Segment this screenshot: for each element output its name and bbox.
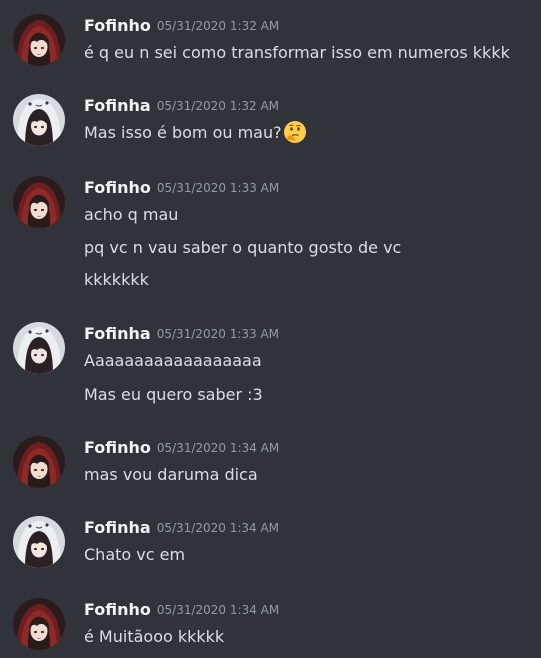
timestamp: 05/31/2020 1:34 AM <box>156 603 280 617</box>
message-header: Fofinha 05/31/2020 1:34 AM <box>84 516 279 540</box>
message-header: Fofinha 05/31/2020 1:33 AM <box>84 322 279 346</box>
chat-message-list: Fofinho 05/31/2020 1:32 AM é q eu n sei c… <box>0 0 541 658</box>
message-text-with-emoji: Mas isso é bom ou mau? <box>84 120 307 146</box>
username[interactable]: Fofinha <box>84 324 151 343</box>
timestamp: 05/31/2020 1:33 AM <box>156 181 280 195</box>
message-text: acho q mau <box>84 205 179 224</box>
username[interactable]: Fofinho <box>84 438 151 457</box>
message-text: mas vou daruma dica <box>84 465 258 484</box>
message-text: Chato vc em <box>84 545 186 564</box>
message-text: é Muitãooo kkkkk <box>84 627 225 646</box>
username[interactable]: Fofinho <box>84 16 151 35</box>
ghost-hood-girl-avatar-icon[interactable] <box>13 322 65 374</box>
timestamp: 05/31/2020 1:33 AM <box>156 327 280 341</box>
red-hood-girl-avatar-icon[interactable] <box>13 436 65 488</box>
message-header: Fofinho 05/31/2020 1:34 AM <box>84 436 279 460</box>
message-text: kkkkkkk <box>84 270 149 289</box>
thinking-face-emoji-icon <box>283 120 307 144</box>
username[interactable]: Fofinha <box>84 96 151 115</box>
message-text: Mas eu quero saber :3 <box>84 385 263 404</box>
timestamp: 05/31/2020 1:34 AM <box>156 521 280 535</box>
message-header: Fofinha 05/31/2020 1:32 AM <box>84 94 279 118</box>
message-header: Fofinho 05/31/2020 1:32 AM <box>84 14 279 38</box>
username[interactable]: Fofinha <box>84 518 151 537</box>
timestamp: 05/31/2020 1:32 AM <box>156 19 280 33</box>
message-text: Aaaaaaaaaaaaaaaaaa <box>84 351 262 370</box>
red-hood-girl-avatar-icon[interactable] <box>13 176 65 228</box>
timestamp: 05/31/2020 1:32 AM <box>156 99 280 113</box>
message-text: pq vc n vau saber o quanto gosto de vc <box>84 238 402 257</box>
message-text: é q eu n sei como transformar isso em nu… <box>84 43 510 62</box>
ghost-hood-girl-avatar-icon[interactable] <box>13 94 65 146</box>
message-text: Mas isso é bom ou mau? <box>84 123 282 142</box>
message-header: Fofinho 05/31/2020 1:33 AM <box>84 176 279 200</box>
username[interactable]: Fofinho <box>84 600 151 619</box>
red-hood-girl-avatar-icon[interactable] <box>13 14 65 66</box>
red-hood-girl-avatar-icon[interactable] <box>13 598 65 650</box>
message-header: Fofinho 05/31/2020 1:34 AM <box>84 598 279 622</box>
ghost-hood-girl-avatar-icon[interactable] <box>13 516 65 568</box>
username[interactable]: Fofinho <box>84 178 151 197</box>
timestamp: 05/31/2020 1:34 AM <box>156 441 280 455</box>
